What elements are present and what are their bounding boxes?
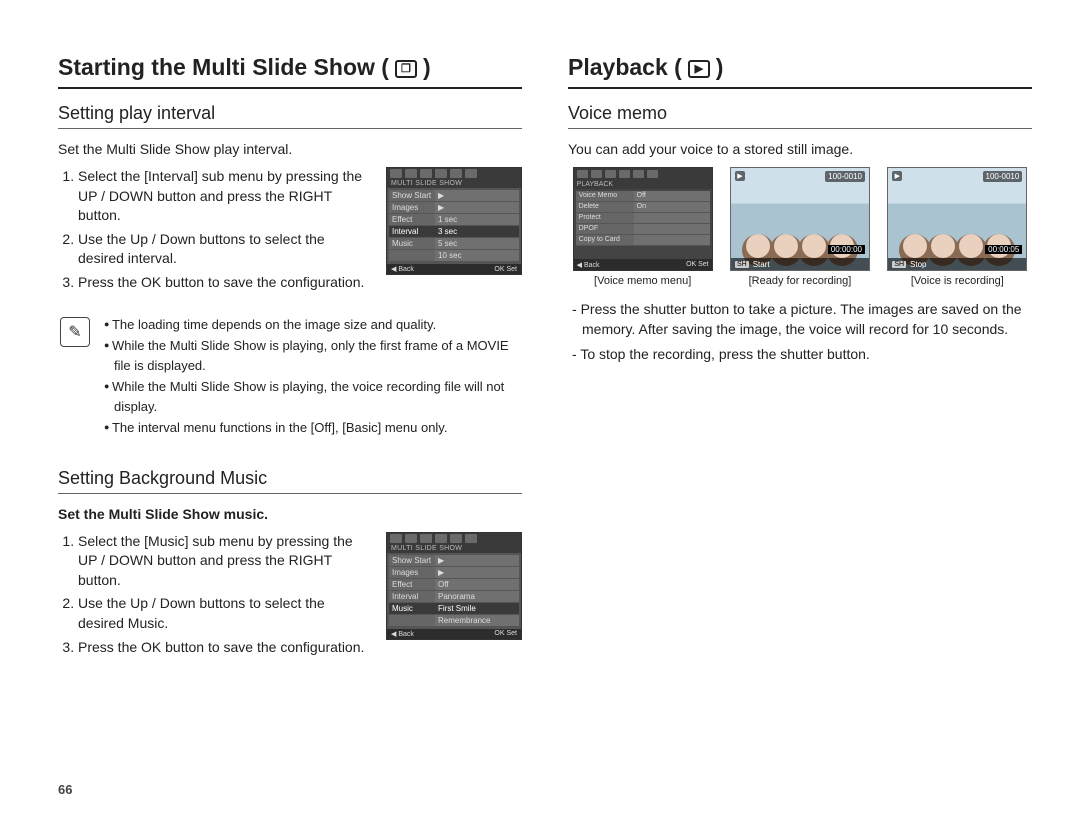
timer: 00:00:00	[828, 245, 865, 254]
note-icon: ✎	[60, 317, 90, 347]
lcd-title: MULTI SLIDE SHOW	[387, 179, 521, 188]
list-item: Use the Up / Down buttons to select the …	[78, 230, 372, 269]
list-item: While the Multi Slide Show is playing, o…	[114, 336, 516, 375]
vm-item-ready: ▶ 100-0010 00:00:00 SHStart [Ready for r…	[725, 167, 874, 287]
left-title-text: Starting the Multi Slide Show (	[58, 54, 389, 81]
right-sec1-heading: Voice memo	[568, 103, 1032, 124]
page-number: 66	[58, 782, 72, 797]
lcd-title: MULTI SLIDE SHOW	[387, 544, 521, 553]
list-item: Select the [Music] sub menu by pressing …	[78, 532, 372, 591]
vm-caption: [Voice is recording]	[911, 275, 1004, 287]
right-title: Playback ( ▶ )	[568, 54, 1032, 81]
sec2-rule	[58, 493, 522, 494]
right-title-rule	[568, 87, 1032, 89]
right-sec1-rule	[568, 128, 1032, 129]
sec1-lcd: MULTI SLIDE SHOW Show Start▶ Images▶ Eff…	[386, 167, 522, 275]
vm-item-menu: PLAYBACK Voice MemoOff DeleteOn Protect …	[568, 167, 717, 287]
list-item: To stop the recording, press the shutter…	[582, 344, 1032, 364]
note-box: ✎ The loading time depends on the image …	[58, 313, 522, 442]
left-column: Starting the Multi Slide Show ( ❐ ) Sett…	[58, 54, 522, 661]
left-title-end: )	[423, 54, 431, 81]
sec1-step-row: Select the [Interval] sub menu by pressi…	[58, 167, 522, 297]
right-column: Playback ( ▶ ) Voice memo You can add yo…	[568, 54, 1032, 661]
vm-item-recording: ▶ 100-0010 00:00:05 SHStop [Voice is rec…	[883, 167, 1032, 287]
sec1-heading: Setting play interval	[58, 103, 522, 124]
list-item: Select the [Interval] sub menu by pressi…	[78, 167, 372, 226]
slideshow-icon: ❐	[395, 60, 417, 78]
photo-tag: 100-0010	[825, 171, 865, 182]
photo-tag: 100-0010	[983, 171, 1023, 182]
notes-list: The loading time depends on the image si…	[100, 315, 516, 440]
left-title-rule	[58, 87, 522, 89]
vm-lcd-menu: PLAYBACK Voice MemoOff DeleteOn Protect …	[573, 167, 713, 271]
list-item: Press the OK button to save the configur…	[78, 273, 372, 293]
sec2-intro: Set the Multi Slide Show music.	[58, 506, 522, 522]
lcd-tabbar	[387, 168, 521, 179]
vm-caption: [Voice memo menu]	[594, 275, 691, 287]
sec2-step-row: Select the [Music] sub menu by pressing …	[58, 532, 522, 662]
lcd-tabbar	[387, 533, 521, 544]
sec1-steps: Select the [Interval] sub menu by pressi…	[58, 167, 372, 297]
list-item: The loading time depends on the image si…	[114, 315, 516, 335]
sec2-lcd: MULTI SLIDE SHOW Show Start▶ Images▶ Eff…	[386, 532, 522, 640]
list-item: Use the Up / Down buttons to select the …	[78, 594, 372, 633]
list-item: The interval menu functions in the [Off]…	[114, 418, 516, 438]
play-icon: ▶	[735, 171, 745, 181]
right-dash-list: Press the shutter button to take a pictu…	[568, 299, 1032, 364]
sec2-heading: Setting Background Music	[58, 468, 522, 489]
sec1-intro: Set the Multi Slide Show play interval.	[58, 141, 522, 157]
timer: 00:00:05	[985, 245, 1022, 254]
sec2-steps: Select the [Music] sub menu by pressing …	[58, 532, 372, 662]
right-sec1-intro: You can add your voice to a stored still…	[568, 141, 1032, 157]
voice-memo-row: PLAYBACK Voice MemoOff DeleteOn Protect …	[568, 167, 1032, 287]
play-icon: ▶	[892, 171, 902, 181]
playback-icon: ▶	[688, 60, 710, 78]
right-title-text: Playback (	[568, 54, 682, 81]
vm-photo-ready: ▶ 100-0010 00:00:00 SHStart	[730, 167, 870, 271]
list-item: Press the shutter button to take a pictu…	[582, 299, 1032, 340]
left-title: Starting the Multi Slide Show ( ❐ )	[58, 54, 522, 81]
right-title-end: )	[716, 54, 724, 81]
list-item: Press the OK button to save the configur…	[78, 638, 372, 658]
vm-caption: [Ready for recording]	[749, 275, 852, 287]
vm-photo-recording: ▶ 100-0010 00:00:05 SHStop	[887, 167, 1027, 271]
list-item: While the Multi Slide Show is playing, t…	[114, 377, 516, 416]
sec1-rule	[58, 128, 522, 129]
